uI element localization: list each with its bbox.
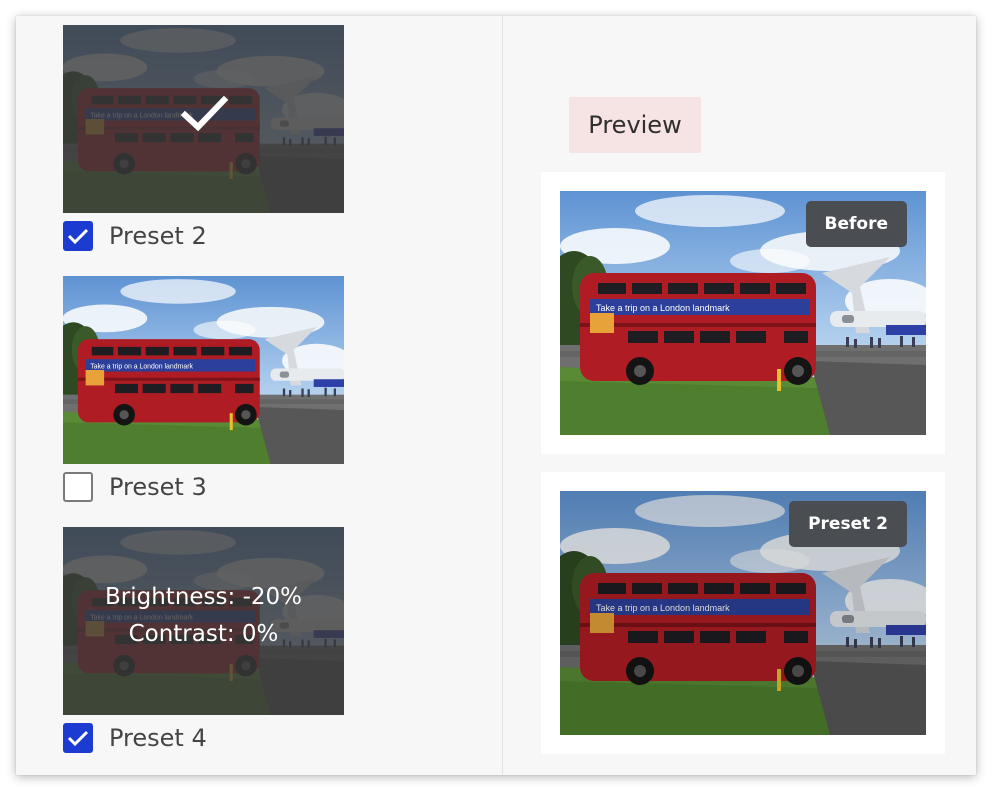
preview-after-image: Preset 2 <box>560 491 926 735</box>
preset-2-label: Preset 2 <box>109 222 207 250</box>
checkmark-icon <box>180 95 229 132</box>
preset-item-2: Preset 2 <box>63 25 344 252</box>
preset-2-checkbox-row[interactable]: Preset 2 <box>63 220 344 252</box>
preview-after-frame: Preset 2 <box>541 472 945 754</box>
preset-4-label: Preset 4 <box>109 724 207 752</box>
preset-thumbnail-2[interactable] <box>63 25 344 213</box>
preset-4-checkbox[interactable] <box>63 723 93 753</box>
preset-item-4: Brightness: -20% Contrast: 0% Preset 4 <box>63 527 344 754</box>
before-badge: Before <box>805 201 907 247</box>
preview-before-frame: Before <box>541 172 945 454</box>
preset-adjustments-info: Brightness: -20% Contrast: 0% <box>63 579 344 653</box>
preview-before-image: Before <box>560 191 926 435</box>
bus-photo <box>63 276 344 464</box>
checkbox-check-icon <box>67 228 89 245</box>
preset-item-3: Preset 3 <box>63 276 344 503</box>
preset-3-checkbox[interactable] <box>63 472 93 502</box>
preset-4-checkbox-row[interactable]: Preset 4 <box>63 722 344 754</box>
preset-thumbnail-3[interactable] <box>63 276 344 464</box>
panel-divider <box>502 16 503 775</box>
preset-3-label: Preset 3 <box>109 473 207 501</box>
after-preset-badge: Preset 2 <box>789 501 907 547</box>
brightness-value: Brightness: -20% <box>105 584 302 610</box>
preset-2-checkbox[interactable] <box>63 221 93 251</box>
contrast-value: Contrast: 0% <box>128 621 279 647</box>
preset-editor-card: Preset 2 Preset 3 Brightness: -20% Contr… <box>16 16 976 775</box>
preset-thumbnail-4[interactable]: Brightness: -20% Contrast: 0% <box>63 527 344 715</box>
checkbox-check-icon <box>67 730 89 747</box>
preset-3-checkbox-row[interactable]: Preset 3 <box>63 471 344 503</box>
preview-title: Preview <box>569 97 701 153</box>
